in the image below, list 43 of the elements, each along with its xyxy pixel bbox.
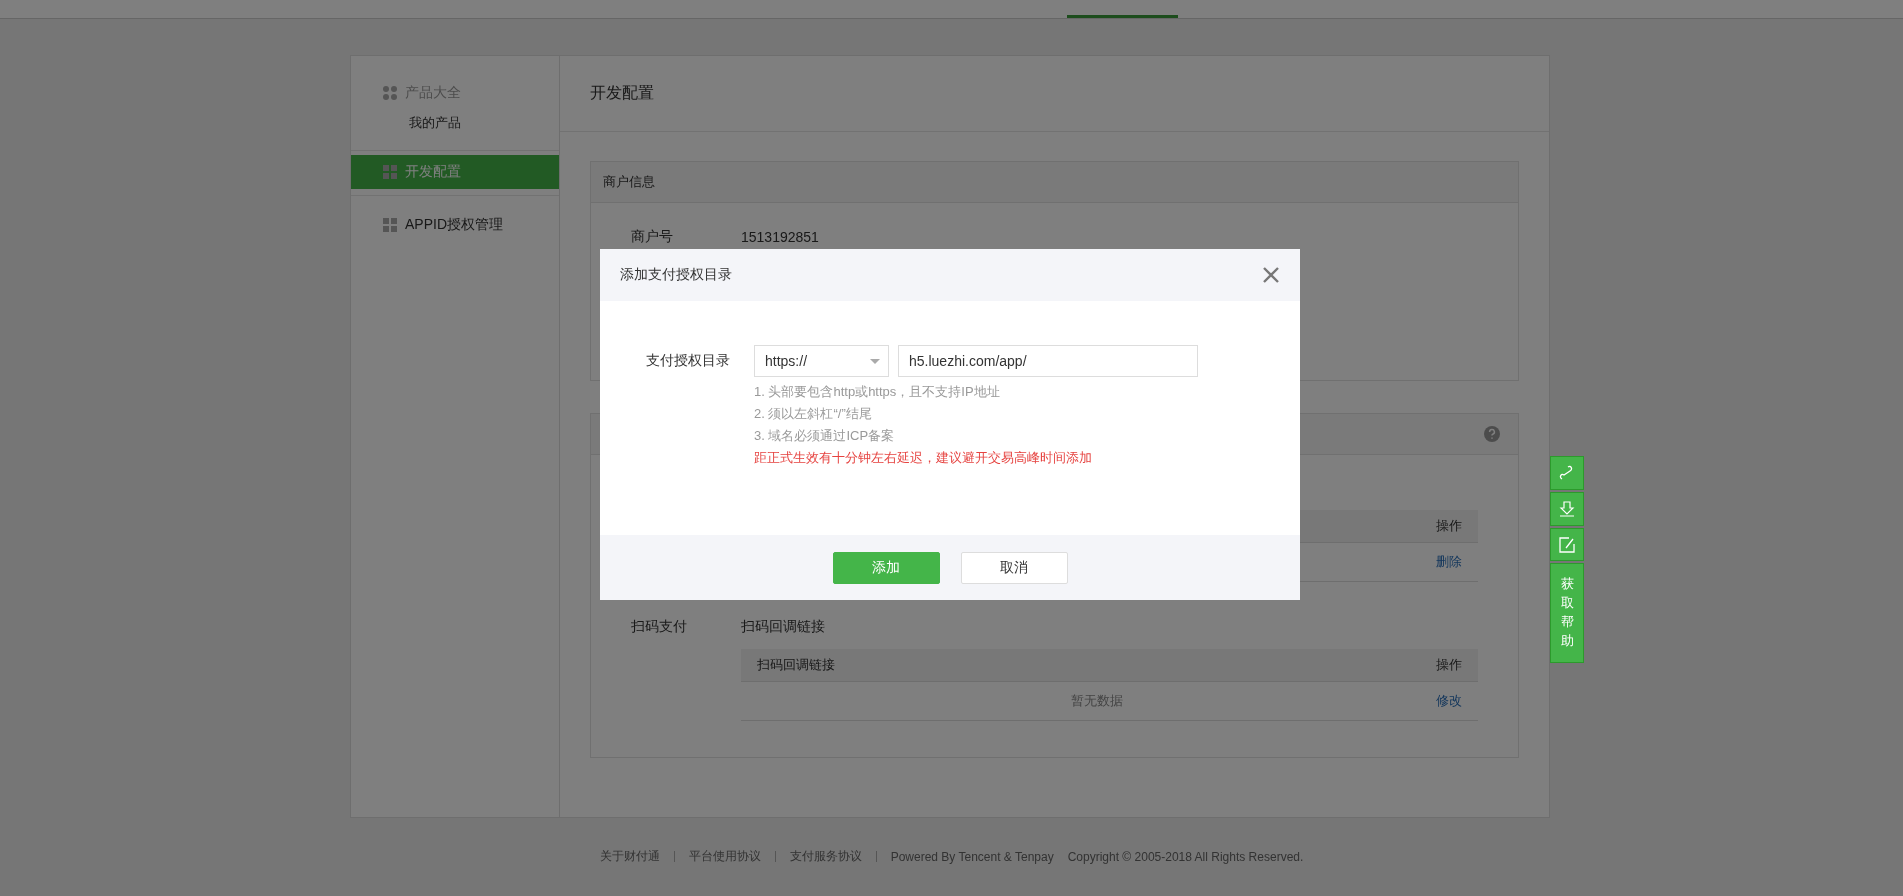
grid-icon <box>383 86 397 100</box>
hint-text: 3. 域名必须通过ICP备案 <box>754 427 896 445</box>
caret-icon <box>870 358 880 364</box>
grid-icon <box>383 165 397 179</box>
help-button[interactable]: 获取帮助 <box>1550 563 1584 663</box>
sidebar-item[interactable]: 我的产品 <box>351 108 559 138</box>
sidebar-item[interactable]: 开发配置 <box>351 155 559 189</box>
download-button[interactable] <box>1550 492 1584 526</box>
card-title: 商户信息 <box>603 173 655 191</box>
link-button[interactable] <box>1550 456 1584 490</box>
link-icon <box>1559 464 1575 482</box>
field-value: 1513192851 <box>741 229 819 245</box>
cancel-button[interactable]: 取消 <box>960 551 1068 584</box>
page-title: 开发配置 <box>590 83 654 103</box>
edit-button[interactable] <box>1550 528 1584 561</box>
download-icon <box>1559 501 1575 517</box>
delete-link[interactable]: 删除 <box>1436 553 1462 571</box>
close-icon <box>1262 266 1280 284</box>
copyright-text: Copyright © 2005-2018 All Rights Reserved. <box>1067 849 1304 864</box>
add-button[interactable]: 添加 <box>832 551 940 584</box>
field-value: 扫码回调链接 <box>741 618 825 636</box>
column-header: 操作 <box>1436 656 1462 674</box>
close-button[interactable] <box>1262 266 1280 284</box>
footer-link[interactable]: 关于财付通 <box>599 848 660 865</box>
field-label: 支付授权目录 <box>645 352 730 370</box>
footer-link[interactable]: 支付服务协议 <box>789 848 862 865</box>
dialog-title: 添加支付授权目录 <box>620 266 732 284</box>
help-icon[interactable] <box>1484 426 1500 442</box>
grid-icon <box>383 218 397 232</box>
field-label: 商户号 <box>631 228 674 246</box>
url-input[interactable]: h5.luezhi.com/app/ <box>898 345 1198 377</box>
warning-text: 距正式生效有十分钟左右延迟，建议避开交易高峰时间添加 <box>754 449 1093 467</box>
edit-icon <box>1559 536 1575 553</box>
hint-text: 1. 头部要包含http或https，且不支持IP地址 <box>754 383 1001 401</box>
column-header: 操作 <box>1436 517 1462 535</box>
column-header: 扫码回调链接 <box>757 656 835 674</box>
powered-text: Powered By Tencent & Tenpay <box>890 849 1054 864</box>
footer-link[interactable]: 平台使用协议 <box>688 848 761 865</box>
sidebar-item[interactable]: APPID授权管理 <box>351 208 559 242</box>
scheme-select[interactable]: https:// <box>754 345 889 377</box>
hint-text: 2. 须以左斜杠“/”结尾 <box>754 405 873 423</box>
field-label: 扫码支付 <box>631 618 688 636</box>
edit-link[interactable]: 修改 <box>1436 692 1462 710</box>
